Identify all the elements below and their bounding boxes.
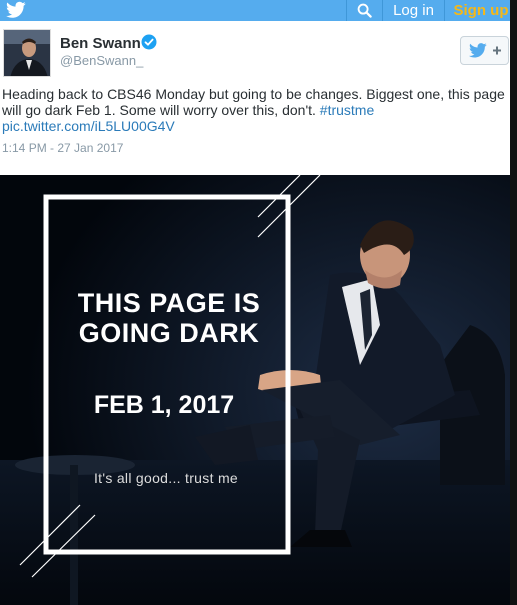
search-button[interactable] [346, 0, 382, 21]
author-handle[interactable]: @BenSwann_ [60, 53, 143, 68]
follow-button[interactable] [460, 36, 509, 65]
twitter-follow-icon [469, 43, 501, 58]
top-nav-bar: Log in Sign up [0, 0, 517, 21]
image-tagline: It's all good... trust me [93, 470, 238, 486]
window-edge [510, 0, 517, 605]
headline-line-2: GOING DARK [78, 318, 260, 348]
avatar-photo [4, 30, 50, 76]
twitter-bird-icon[interactable] [6, 1, 26, 19]
author-avatar[interactable] [3, 29, 51, 77]
tweet-photo[interactable] [0, 175, 510, 605]
photo-artwork [0, 175, 510, 605]
signup-link[interactable]: Sign up [444, 0, 517, 21]
search-icon [357, 3, 372, 18]
media-link[interactable]: pic.twitter.com/iL5LU00G4V [2, 118, 175, 134]
author-name[interactable]: Ben Swann [60, 35, 141, 52]
image-headline: THIS PAGE IS GOING DARK [46, 288, 292, 348]
tweet-text: Heading back to CBS46 Monday but going t… [2, 86, 507, 134]
hashtag-link[interactable]: #trustme [320, 102, 374, 118]
tweet-timestamp[interactable]: 1:14 PM - 27 Jan 2017 [2, 141, 123, 155]
login-link[interactable]: Log in [382, 0, 444, 21]
headline-line-1: THIS PAGE IS [77, 288, 261, 318]
image-date: FEB 1, 2017 [93, 391, 235, 419]
verified-badge-icon [141, 34, 157, 50]
tweet-body: Heading back to CBS46 Monday but going t… [2, 86, 505, 118]
